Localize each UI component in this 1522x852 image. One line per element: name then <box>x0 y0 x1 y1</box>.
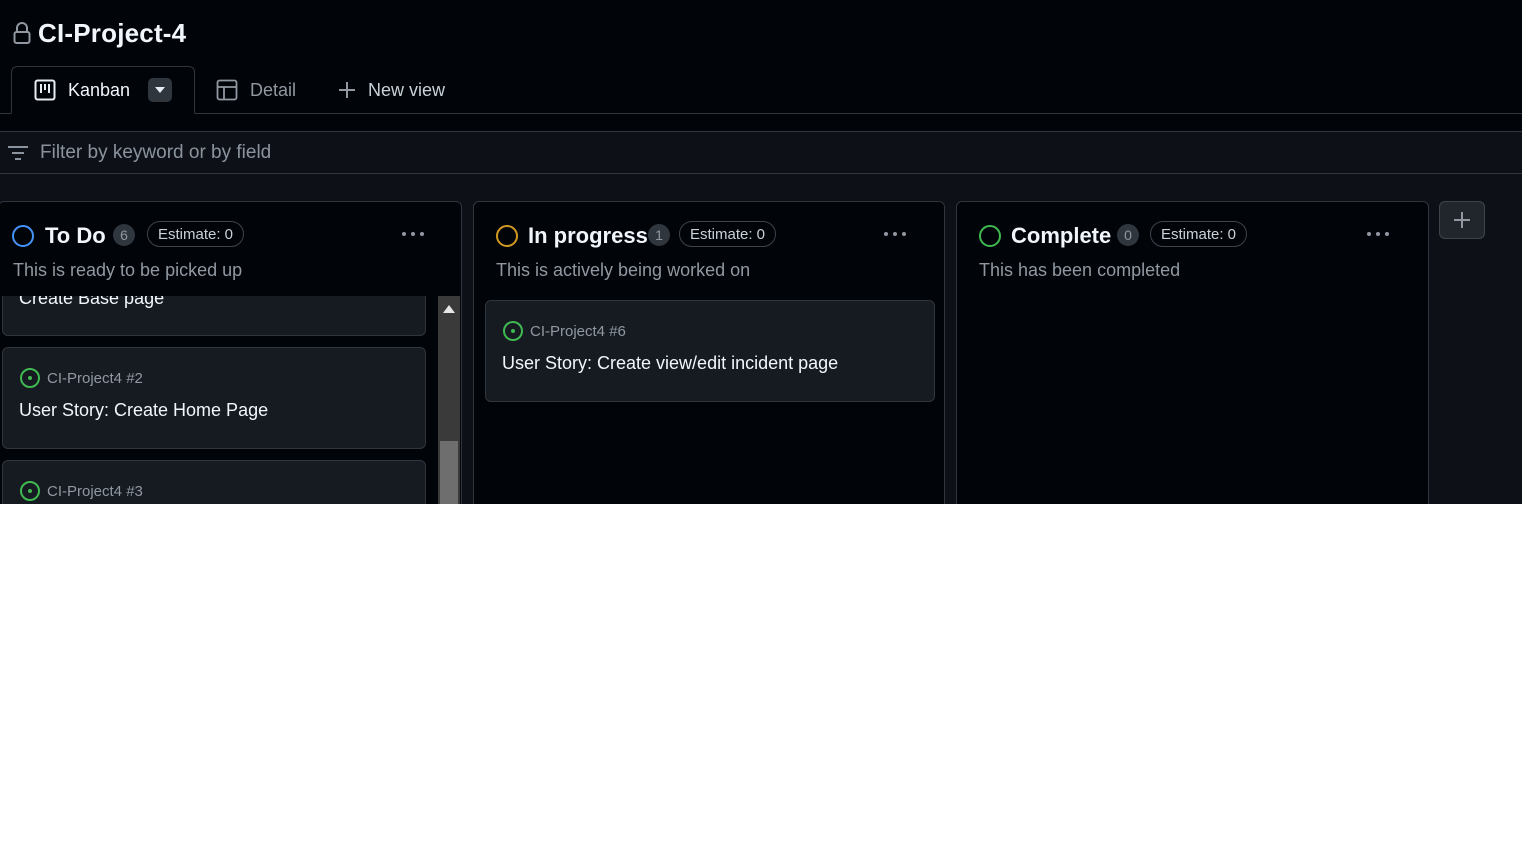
card-reference: CI-Project4 #2 <box>47 369 143 387</box>
kebab-horizontal-icon <box>1367 232 1389 236</box>
status-circle-icon <box>12 225 34 247</box>
status-circle-icon <box>979 225 1001 247</box>
scroll-up-arrow-icon[interactable] <box>443 305 455 313</box>
plus-icon <box>1454 212 1470 228</box>
column-name: Complete <box>1011 223 1112 248</box>
issue-opened-icon <box>20 368 40 388</box>
issue-card[interactable]: CI-Project4 #2 User Story: Create Home P… <box>2 347 426 449</box>
column-count: 1 <box>648 224 670 246</box>
project-board-window: CI-Project-4 Kanban Detail New view Filt… <box>0 0 1522 504</box>
tab-kanban-label: Kanban <box>68 79 131 100</box>
column-in-progress: In progress 1 Estimate: 0 This is active… <box>473 201 945 504</box>
tab-detail-label: Detail <box>250 79 297 100</box>
column-menu-button[interactable] <box>398 224 428 244</box>
column-scrollbar[interactable] <box>438 296 460 504</box>
new-view-button[interactable]: New view <box>338 66 445 114</box>
column-header: In progress 1 Estimate: 0 This is active… <box>474 202 944 296</box>
tab-kanban[interactable]: Kanban <box>11 66 195 114</box>
card-title: User Story: Create view/edit incident pa… <box>502 353 839 373</box>
card-meta: CI-Project4 #3 <box>19 480 143 502</box>
column-description: This is actively being worked on <box>496 260 751 280</box>
new-view-label: New view <box>368 79 446 100</box>
issue-opened-icon <box>20 481 40 501</box>
column-description: This is ready to be picked up <box>13 260 243 280</box>
tab-detail[interactable]: Detail <box>216 66 296 114</box>
estimate-badge: Estimate: 0 <box>679 221 777 247</box>
triangle-down-icon <box>155 87 166 93</box>
card-reference: CI-Project4 #3 <box>47 482 143 500</box>
filter-icon <box>8 145 28 160</box>
estimate-badge: Estimate: 0 <box>147 221 245 247</box>
plus-icon <box>339 82 355 98</box>
estimate-badge: Estimate: 0 <box>1150 221 1248 247</box>
view-options-button[interactable] <box>148 78 173 102</box>
filter-input[interactable]: Filter by keyword or by field <box>0 131 1522 174</box>
project-header: CI-Project-4 <box>12 18 186 49</box>
column-count: 6 <box>113 224 135 246</box>
status-circle-icon <box>496 225 518 247</box>
column-header: Complete 0 Estimate: 0 This has been com… <box>957 202 1428 296</box>
issue-card[interactable]: CI-Project4 #3 <box>2 460 426 504</box>
column-description: This has been completed <box>979 260 1181 280</box>
project-title: CI-Project-4 <box>38 18 187 48</box>
column-menu-button[interactable] <box>1363 224 1393 244</box>
card-title: Create Base page <box>19 296 165 308</box>
issue-opened-icon <box>503 321 523 341</box>
card-meta: CI-Project4 #6 <box>502 320 626 342</box>
kebab-horizontal-icon <box>402 232 424 236</box>
board-icon <box>34 79 56 101</box>
column-complete: Complete 0 Estimate: 0 This has been com… <box>956 201 1429 504</box>
column-name: To Do <box>45 223 106 248</box>
add-column-button[interactable] <box>1439 201 1485 239</box>
column-todo: To Do 6 Estimate: 0 This is ready to be … <box>0 201 462 504</box>
card-meta: CI-Project4 #2 <box>19 367 143 389</box>
column-cards: Create Base page CI-Project4 #2 User Sto… <box>0 296 439 504</box>
table-icon <box>216 79 238 101</box>
card-title: User Story: Create Home Page <box>19 400 269 420</box>
kanban-board: To Do 6 Estimate: 0 This is ready to be … <box>0 174 1522 504</box>
issue-card[interactable]: CI-Project4 #6 User Story: Create view/e… <box>485 300 935 402</box>
lock-icon <box>13 21 31 44</box>
scrollbar-thumb[interactable] <box>440 441 458 504</box>
card-reference: CI-Project4 #6 <box>530 322 626 340</box>
column-count: 0 <box>1117 224 1139 246</box>
filter-placeholder: Filter by keyword or by field <box>40 141 272 163</box>
column-name: In progress <box>528 223 648 248</box>
kebab-horizontal-icon <box>884 232 906 236</box>
issue-card[interactable]: Create Base page <box>2 296 426 336</box>
column-header: To Do 6 Estimate: 0 This is ready to be … <box>0 202 461 296</box>
column-menu-button[interactable] <box>880 224 910 244</box>
